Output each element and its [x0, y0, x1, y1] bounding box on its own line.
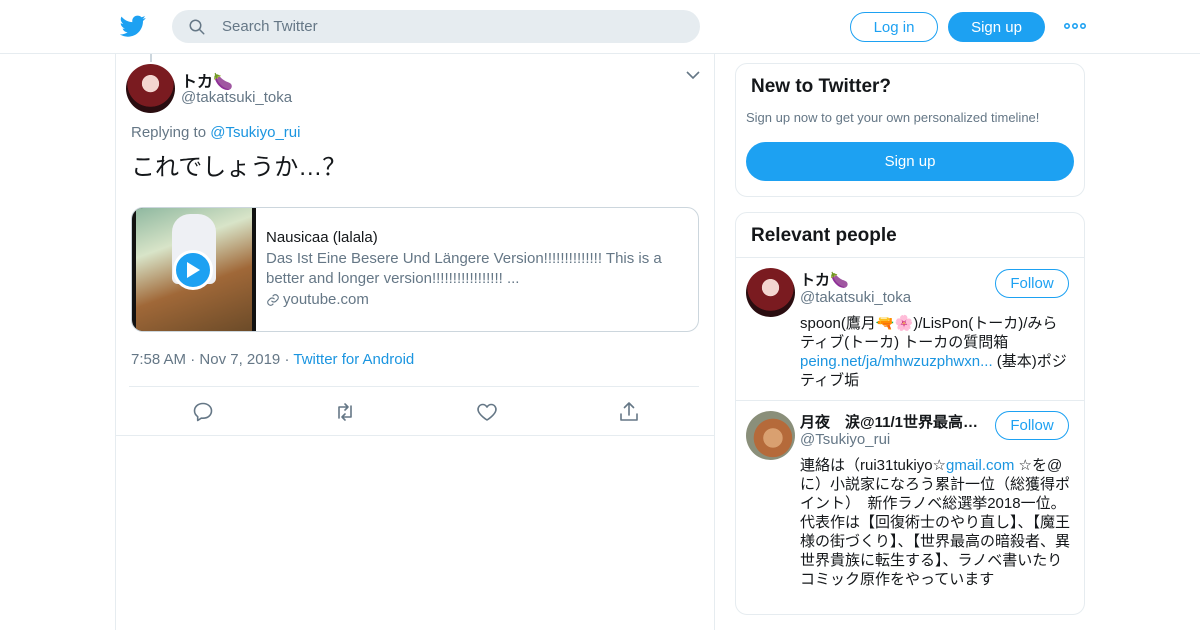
new-to-twitter-panel: New to Twitter? Sign up now to get your …	[735, 63, 1085, 197]
bio-text: spoon(鷹月🔫🌸)/LisPon(トーカ)/みらティブ(トーカ) トーカの質…	[800, 315, 1058, 351]
bio-link[interactable]: gmail.com	[946, 457, 1014, 474]
link-card[interactable]: Nausicaa (lalala) Das Ist Eine Besere Un…	[131, 207, 699, 332]
follow-button[interactable]: Follow	[995, 269, 1069, 298]
top-bar: Log in Sign up	[0, 0, 1200, 54]
card-description: Das Ist Eine Besere Und Längere Version!…	[266, 250, 662, 287]
tweet-source-link[interactable]: Twitter for Android	[293, 351, 414, 368]
thread-connector	[150, 54, 152, 62]
divider	[116, 435, 714, 436]
retweet-icon[interactable]	[333, 400, 357, 424]
tweet-date[interactable]: Nov 7, 2019	[199, 351, 280, 368]
person-handle[interactable]: @Tsukiyo_rui	[800, 431, 890, 448]
twitter-bird-icon[interactable]	[120, 13, 146, 39]
avatar[interactable]	[746, 268, 795, 317]
card-thumbnail[interactable]	[132, 208, 256, 331]
person-bio: 連絡は（rui31tukiyo☆gmail.com ☆を@に）小説家になろう累計…	[800, 456, 1070, 589]
relevant-people-panel: Relevant people トカ🍆 @takatsuki_toka Foll…	[735, 212, 1085, 615]
card-title: Nausicaa (lalala)	[266, 229, 378, 246]
author-handle[interactable]: @takatsuki_toka	[181, 89, 292, 106]
bio-text: 連絡は（rui31tukiyo☆	[800, 457, 946, 474]
like-icon[interactable]	[475, 400, 499, 424]
reply-icon[interactable]	[191, 400, 215, 424]
person-name[interactable]: 月夜 涙@11/1世界最高の暗殺者	[800, 411, 980, 432]
follow-button[interactable]: Follow	[995, 411, 1069, 440]
tweet-metadata: 7:58 AM · Nov 7, 2019 · Twitter for Andr…	[131, 351, 414, 368]
play-icon[interactable]	[173, 250, 213, 290]
tweet-column: トカ🍆 @takatsuki_toka Replying to @Tsukiyo…	[115, 54, 715, 630]
card-domain-text: youtube.com	[283, 291, 369, 308]
search-bar[interactable]	[172, 10, 700, 43]
person-card[interactable]: 月夜 涙@11/1世界最高の暗殺者 @Tsukiyo_rui Follow 連絡…	[736, 401, 1084, 611]
bio-text: ☆を@に）小説家になろう累計一位（総獲得ポイント） 新作ラノベ総選挙2018一位…	[800, 457, 1071, 588]
separator-dot: ·	[284, 351, 290, 368]
panel-title: New to Twitter?	[751, 76, 892, 97]
avatar[interactable]	[746, 411, 795, 460]
chevron-down-icon[interactable]	[686, 70, 700, 80]
link-icon	[267, 294, 279, 306]
tweet-actions	[129, 388, 699, 434]
card-body: Nausicaa (lalala) Das Ist Eine Besere Un…	[266, 228, 686, 310]
person-card[interactable]: トカ🍆 @takatsuki_toka Follow spoon(鷹月🔫🌸)/L…	[736, 258, 1084, 400]
divider	[129, 386, 699, 387]
bio-link[interactable]: peing.net/ja/mhwzuzphwxn...	[800, 353, 993, 370]
card-domain: youtube.com	[266, 290, 686, 310]
search-icon	[189, 19, 205, 35]
person-handle[interactable]: @takatsuki_toka	[800, 289, 911, 306]
more-dots-icon[interactable]	[1064, 20, 1086, 32]
panel-title: Relevant people	[751, 225, 897, 246]
separator-dot: ·	[190, 351, 196, 368]
avatar[interactable]	[126, 64, 175, 113]
person-bio: spoon(鷹月🔫🌸)/LisPon(トーカ)/みらティブ(トーカ) トーカの質…	[800, 314, 1070, 390]
search-input[interactable]	[222, 10, 682, 43]
person-name[interactable]: トカ🍆	[800, 269, 985, 290]
signup-button[interactable]: Sign up	[948, 12, 1045, 42]
replying-to-link[interactable]: @Tsukiyo_rui	[210, 124, 300, 141]
share-icon[interactable]	[617, 400, 641, 424]
tweet-time[interactable]: 7:58 AM	[131, 351, 186, 368]
panel-subtitle: Sign up now to get your own personalized…	[746, 110, 1040, 125]
replying-to: Replying to @Tsukiyo_rui	[131, 124, 300, 141]
tweet-text: これでしょうか…？	[131, 154, 347, 181]
signup-button-sidebar[interactable]: Sign up	[746, 142, 1074, 181]
login-button[interactable]: Log in	[850, 12, 938, 42]
replying-prefix: Replying to	[131, 124, 207, 141]
